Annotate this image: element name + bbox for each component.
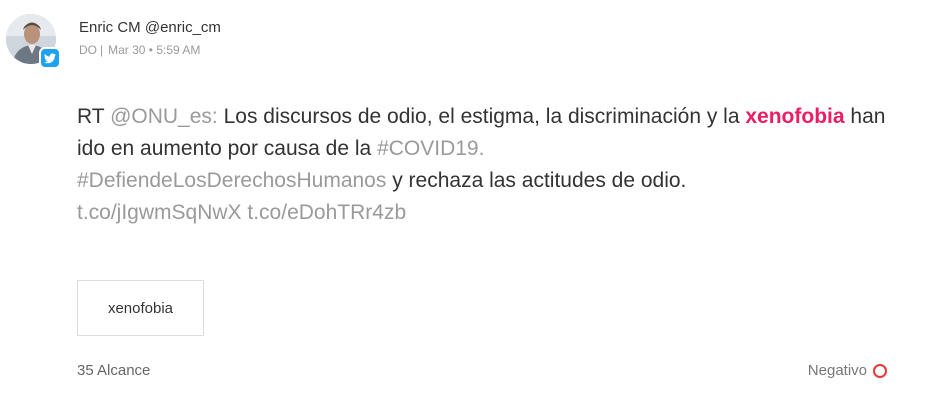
reach-count: 35 Alcance — [77, 362, 151, 379]
post-text: RT @ONU_es: Los discursos de odio, el es… — [77, 101, 917, 229]
source-label: DO — [79, 43, 97, 57]
hashtag-link[interactable]: #DefiendeLosDerechosHumanos — [77, 169, 386, 192]
sentiment-label: Negativo — [807, 362, 867, 379]
mention-link[interactable]: @ONU_es: — [110, 105, 218, 128]
post-date[interactable]: Mar 30 • 5:59 AM — [108, 43, 200, 57]
sentiment-indicator[interactable]: Negativo — [808, 362, 887, 379]
text-part-3: y rechaza las actitudes de odio. — [392, 169, 687, 192]
post-meta: DO | Mar 30 • 5:59 AM — [79, 43, 200, 57]
author-name[interactable]: Enric CM @enric_cm — [79, 19, 221, 36]
meta-separator: | — [100, 43, 104, 57]
post-card: Enric CM @enric_cm DO | Mar 30 • 5:59 AM R… — [0, 0, 927, 410]
keyword-highlight: xenofobia — [745, 105, 845, 128]
circle-icon — [873, 363, 887, 378]
url-link[interactable]: t.co/eDohTRr4zb — [247, 201, 406, 224]
retweet-prefix: RT — [77, 105, 105, 128]
keyword-tag[interactable]: xenofobia — [77, 280, 204, 336]
avatar[interactable] — [6, 14, 62, 70]
twitter-icon — [39, 47, 61, 69]
hashtag-link[interactable]: #COVID19. — [377, 137, 484, 160]
url-link[interactable]: t.co/jIgwmSqNwX — [77, 201, 242, 224]
text-part-1: Los discursos de odio, el estigma, la di… — [223, 105, 740, 128]
keyword-tag-label: xenofobia — [107, 299, 174, 317]
